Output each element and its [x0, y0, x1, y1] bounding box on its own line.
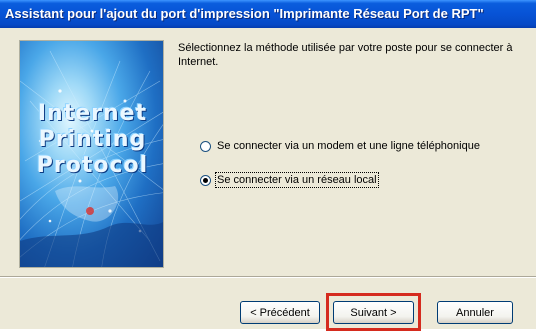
window-title: Assistant pour l'ajout du port d'impress… [5, 6, 484, 21]
wizard-content: Internet Printing Protocol Sélectionnez … [0, 28, 536, 276]
banner-word-printing: Printing [38, 127, 147, 152]
back-button[interactable]: < Précédent [240, 301, 320, 324]
next-button-highlight [326, 293, 421, 331]
banner-word-protocol: Protocol [36, 153, 149, 178]
cancel-button[interactable]: Annuler [437, 301, 513, 324]
banner-word-internet: Internet [37, 101, 148, 126]
option-lan-label[interactable]: Se connecter via un réseau local [215, 172, 379, 188]
option-modem-label[interactable]: Se connecter via un modem et une ligne t… [217, 140, 480, 152]
instruction-text: Sélectionnez la méthode utilisée par vot… [178, 42, 513, 68]
radio-lan[interactable] [200, 174, 211, 186]
radio-modem[interactable] [200, 140, 211, 152]
wizard-window: Assistant pour l'ajout du port d'impress… [0, 0, 536, 331]
ipp-banner-image: Internet Printing Protocol [19, 40, 164, 268]
title-bar[interactable]: Assistant pour l'ajout du port d'impress… [0, 0, 536, 28]
button-bar: < Précédent Suivant > Annuler [0, 278, 536, 331]
option-lan[interactable]: Se connecter via un réseau local [200, 172, 379, 188]
option-modem[interactable]: Se connecter via un modem et une ligne t… [200, 140, 480, 152]
